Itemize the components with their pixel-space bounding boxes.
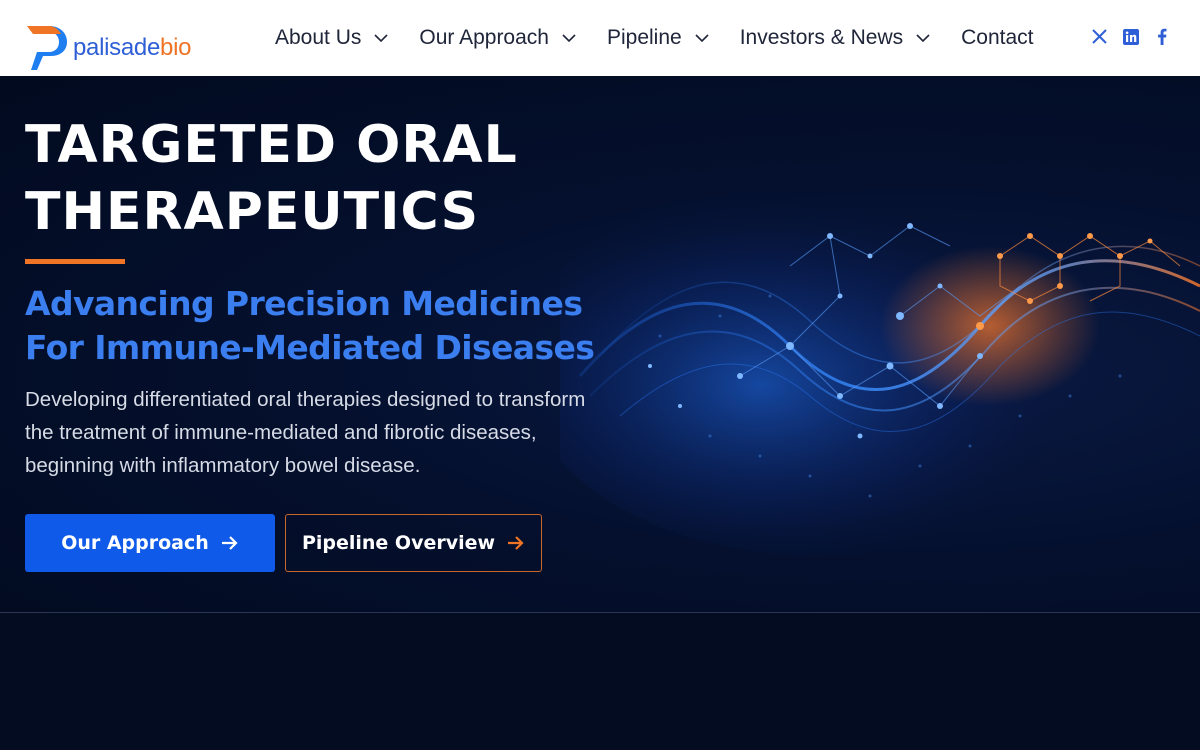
pipeline-overview-button[interactable]: Pipeline Overview: [285, 514, 542, 572]
our-approach-button-label: Our Approach: [61, 532, 209, 554]
brand-name: palisadebio: [73, 34, 191, 62]
hero-subtitle-line1: Advancing Precision Medicines: [25, 284, 583, 323]
hero-section: TARGETED ORAL THERAPEUTICS Advancing Pre…: [0, 76, 1200, 612]
lower-section: [0, 613, 1200, 750]
arrow-right-icon: [221, 535, 239, 551]
social-links: [1077, 28, 1170, 45]
nav-pipeline-label: Pipeline: [606, 26, 682, 49]
chevron-down-icon: [562, 34, 576, 43]
hero-title: TARGETED ORAL THERAPEUTICS: [25, 112, 518, 246]
brand-logo[interactable]: palisadebio: [25, 24, 191, 72]
nav-contact-label: Contact: [961, 26, 1034, 49]
palisade-logo-icon: [27, 26, 67, 70]
x-icon[interactable]: [1091, 28, 1108, 45]
brand-name-part1: palisade: [73, 34, 161, 61]
hero-subtitle: Advancing Precision Medicines For Immune…: [25, 282, 595, 370]
nav-our-approach-label: Our Approach: [419, 26, 549, 49]
linkedin-icon[interactable]: [1122, 28, 1139, 45]
nav-investors-news-label: Investors & News: [739, 26, 904, 49]
brand-name-part2: bio: [160, 34, 192, 61]
nav-about-us-label: About Us: [275, 26, 362, 49]
title-accent-bar: [25, 259, 125, 264]
molecular-network-illustration: [560, 176, 1200, 556]
site-header: palisadebio About Us Our Approach Pipeli…: [0, 0, 1200, 76]
our-approach-button[interactable]: Our Approach: [25, 514, 275, 572]
main-nav: About Us Our Approach Pipeline Investors…: [275, 0, 1033, 76]
nav-pipeline[interactable]: Pipeline: [607, 26, 709, 50]
pipeline-overview-button-label: Pipeline Overview: [301, 532, 496, 554]
chevron-down-icon: [916, 34, 930, 43]
chevron-down-icon: [695, 34, 709, 43]
hero-title-line1: TARGETED ORAL: [25, 115, 518, 175]
hero-subtitle-line2: For Immune-Mediated Diseases: [25, 328, 595, 367]
nav-contact[interactable]: Contact: [961, 26, 1033, 50]
hero-description: Developing differentiated oral therapies…: [25, 388, 586, 477]
arrow-right-icon: [507, 535, 525, 551]
nav-our-approach[interactable]: Our Approach: [419, 26, 576, 50]
nav-investors-news[interactable]: Investors & News: [740, 26, 930, 50]
facebook-icon[interactable]: [1153, 28, 1170, 45]
nav-about-us[interactable]: About Us: [275, 26, 388, 50]
chevron-down-icon: [374, 34, 388, 43]
hero-title-line2: THERAPEUTICS: [25, 182, 480, 242]
